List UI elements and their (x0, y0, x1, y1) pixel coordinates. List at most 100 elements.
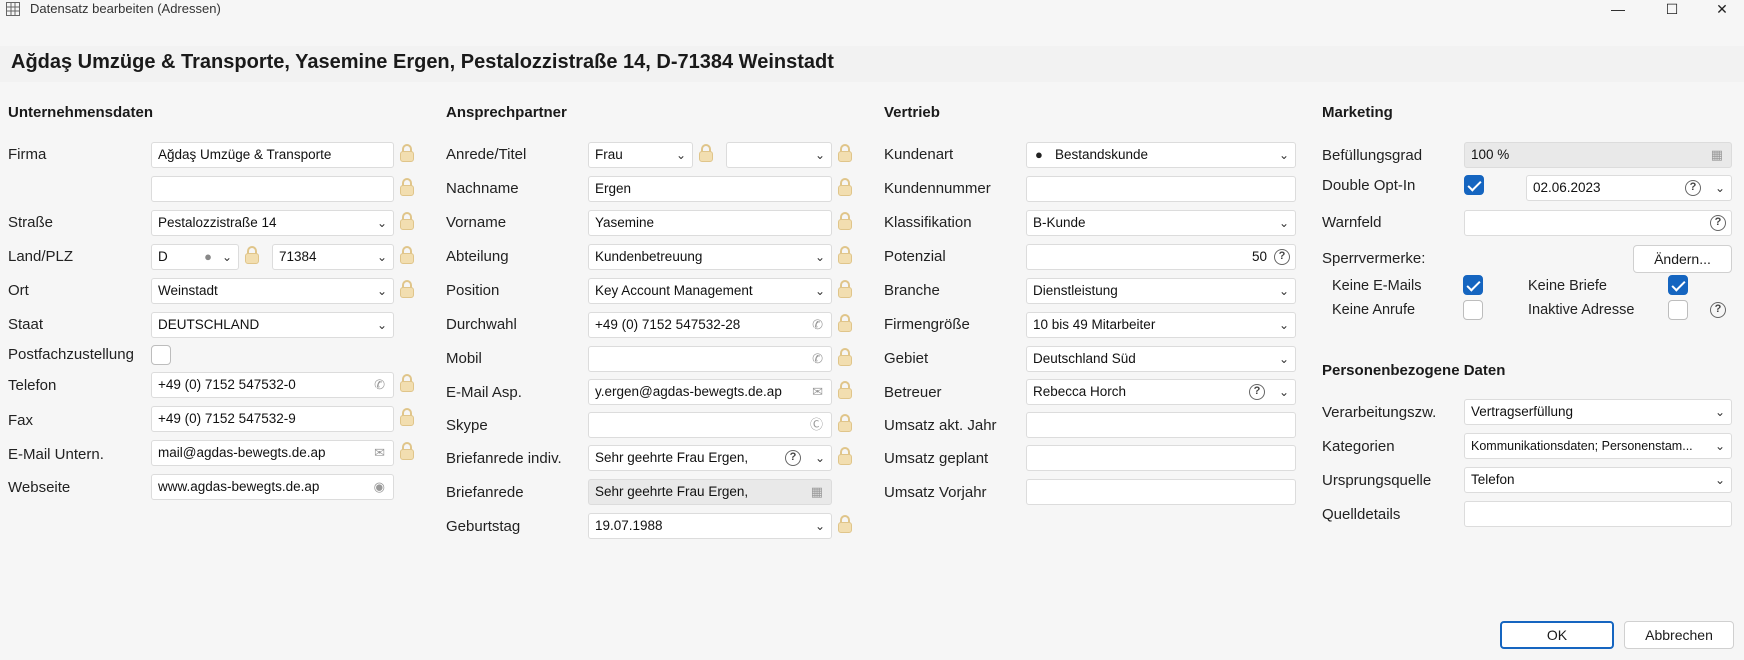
lock-icon[interactable] (838, 280, 852, 298)
vorname-label: Vorname (446, 214, 507, 231)
anrede-select[interactable]: Frau ⌄ (588, 142, 693, 168)
help-icon: ? (785, 450, 801, 466)
fax-field[interactable]: +49 (0) 7152 547532-9 (151, 406, 394, 432)
firma-label: Firma (8, 146, 47, 163)
cancel-button[interactable]: Abbrechen (1624, 621, 1734, 649)
strasse-label: Straße (8, 214, 54, 231)
lock-icon[interactable] (838, 447, 852, 465)
close-icon[interactable]: ✕ (1702, 0, 1742, 18)
lock-icon[interactable] (400, 408, 414, 426)
calculator-icon: ▦ (810, 484, 823, 499)
firma-field[interactable]: Ağdaş Umzüge & Transporte (151, 142, 394, 168)
position-select[interactable]: Key Account Management ⌄ (588, 278, 832, 304)
umsatz-akt-field[interactable] (1026, 412, 1296, 438)
email-asp-field[interactable]: y.ergen@agdas-bewegts.de.ap ✉ (588, 379, 832, 405)
skype-label: Skype (446, 417, 488, 434)
telefon-field[interactable]: +49 (0) 7152 547532-0 ✆ (151, 372, 394, 398)
lock-icon[interactable] (400, 144, 414, 162)
title-bar: Datensatz bearbeiten (Adressen) — ☐ ✕ (0, 0, 1744, 20)
betreuer-select[interactable]: Rebecca Horch? ⌄ (1026, 379, 1296, 405)
kundennummer-field[interactable] (1026, 176, 1296, 202)
kundenart-select[interactable]: ● Bestandskunde ⌄ (1026, 142, 1296, 168)
maximize-icon[interactable]: ☐ (1652, 0, 1692, 18)
ursprungsquelle-select[interactable]: Telefon ⌄ (1464, 467, 1732, 493)
mobil-field[interactable]: ✆ (588, 346, 832, 372)
lock-icon[interactable] (400, 280, 414, 298)
postfach-checkbox[interactable] (151, 345, 171, 365)
potenzial-field[interactable]: 50? (1026, 244, 1296, 270)
lock-icon[interactable] (838, 381, 852, 399)
gebiet-select[interactable]: Deutschland Süd ⌄ (1026, 346, 1296, 372)
lock-icon[interactable] (838, 348, 852, 366)
window-title: Datensatz bearbeiten (Adressen) (30, 1, 221, 16)
double-optin-checkbox[interactable] (1464, 175, 1484, 195)
klassifikation-select[interactable]: B-Kunde ⌄ (1026, 210, 1296, 236)
chevron-down-icon: ⌄ (376, 284, 387, 298)
lock-icon[interactable] (400, 442, 414, 460)
skype-field[interactable]: Ⓒ (588, 412, 832, 438)
lock-icon[interactable] (699, 144, 713, 162)
keine-briefe-checkbox[interactable] (1668, 275, 1688, 295)
mobil-label: Mobil (446, 350, 482, 367)
ok-button[interactable]: OK (1500, 621, 1614, 649)
lock-icon[interactable] (838, 178, 852, 196)
umsatz-akt-label: Umsatz akt. Jahr (884, 417, 997, 434)
briefanrede-indiv-select[interactable]: Sehr geehrte Frau Ergen,? ⌄ (588, 445, 832, 471)
inaktive-adresse-checkbox[interactable] (1668, 300, 1688, 320)
webseite-field[interactable]: www.agdas-bewegts.de.ap ◉ (151, 474, 394, 500)
umsatz-geplant-field[interactable] (1026, 445, 1296, 471)
lock-icon[interactable] (400, 374, 414, 392)
fax-label: Fax (8, 412, 34, 429)
lock-icon[interactable] (838, 144, 852, 162)
chevron-down-icon: ⌄ (814, 519, 825, 533)
umsatz-geplant-label: Umsatz geplant (884, 450, 989, 467)
lock-icon[interactable] (838, 515, 852, 533)
ort-field[interactable]: Weinstadt ⌄ (151, 278, 394, 304)
ort-label: Ort (8, 282, 29, 299)
minimize-icon[interactable]: — (1598, 0, 1638, 18)
strasse-field[interactable]: Pestalozzistraße 14 ⌄ (151, 210, 394, 236)
nachname-field[interactable]: Ergen (588, 176, 832, 202)
kategorien-select[interactable]: Kommunikationsdaten; Personenstam... ⌄ (1464, 433, 1732, 459)
lock-icon[interactable] (400, 178, 414, 196)
branche-select[interactable]: Dienstleistung ⌄ (1026, 278, 1296, 304)
titel-select[interactable]: ⌄ (726, 142, 832, 168)
keine-anrufe-label: Keine Anrufe (1332, 302, 1416, 318)
umsatz-vorjahr-field[interactable] (1026, 479, 1296, 505)
verarbeitungszweck-select[interactable]: Vertragserfüllung ⌄ (1464, 399, 1732, 425)
land-select[interactable]: D ● ⌄ (151, 244, 239, 270)
firmengroesse-select[interactable]: 10 bis 49 Mitarbeiter ⌄ (1026, 312, 1296, 338)
warnfeld-field[interactable]: ? (1464, 210, 1732, 236)
section-personenbezogene-daten: Personenbezogene Daten (1322, 362, 1506, 379)
plz-field[interactable]: 71384 ⌄ (272, 244, 394, 270)
lock-icon[interactable] (838, 212, 852, 230)
nachname-label: Nachname (446, 180, 519, 197)
email-untern-field[interactable]: mail@agdas-bewegts.de.ap ✉ (151, 440, 394, 466)
firma2-field[interactable] (151, 176, 394, 202)
optin-date-field[interactable]: 02.06.2023? ⌄ (1526, 175, 1732, 201)
abteilung-select[interactable]: Kundenbetreuung ⌄ (588, 244, 832, 270)
lock-icon[interactable] (400, 212, 414, 230)
inaktive-adresse-label: Inaktive Adresse (1528, 302, 1635, 318)
chevron-down-icon: ⌄ (1278, 216, 1289, 230)
lock-icon[interactable] (245, 246, 259, 264)
help-icon[interactable]: ? (1710, 302, 1726, 318)
durchwahl-field[interactable]: +49 (0) 7152 547532-28 ✆ (588, 312, 832, 338)
aendern-button[interactable]: Ändern... (1633, 245, 1732, 273)
quelldetails-field[interactable] (1464, 501, 1732, 527)
record-title: Ağdaş Umzüge & Transporte, Yasemine Erge… (11, 51, 834, 73)
lock-icon[interactable] (400, 246, 414, 264)
chevron-down-icon: ⌄ (814, 451, 825, 465)
staat-select[interactable]: DEUTSCHLAND ⌄ (151, 312, 394, 338)
lock-icon[interactable] (838, 414, 852, 432)
keine-emails-checkbox[interactable] (1463, 275, 1483, 295)
betreuer-label: Betreuer (884, 384, 942, 401)
chevron-down-icon: ⌄ (221, 250, 232, 264)
skype-icon: Ⓒ (809, 417, 823, 432)
vorname-field[interactable]: Yasemine (588, 210, 832, 236)
sperrvermerke-label: Sperrvermerke: (1322, 250, 1426, 267)
geburtstag-field[interactable]: 19.07.1988 ⌄ (588, 513, 832, 539)
lock-icon[interactable] (838, 314, 852, 332)
keine-anrufe-checkbox[interactable] (1463, 300, 1483, 320)
lock-icon[interactable] (838, 246, 852, 264)
